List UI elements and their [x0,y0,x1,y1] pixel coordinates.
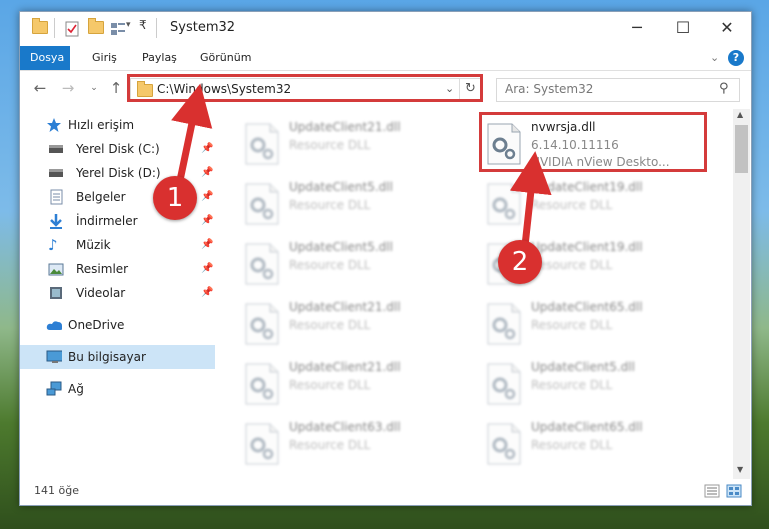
annotation-layer [171,83,552,256]
step-badge-2: 2 [498,240,542,284]
step-badge-1: 1 [153,176,197,220]
